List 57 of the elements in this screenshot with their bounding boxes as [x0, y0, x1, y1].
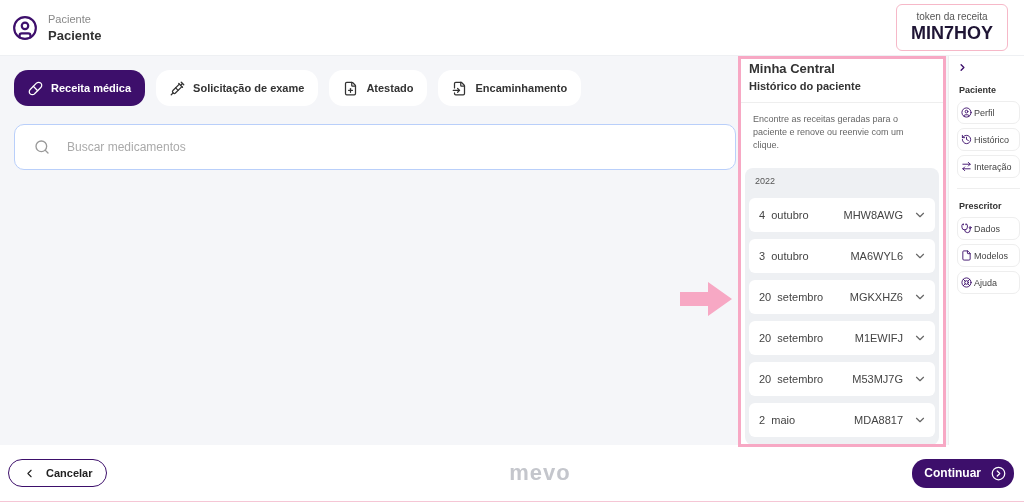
- swap-icon: [961, 161, 972, 172]
- entry-token: MGKXHZ6: [849, 291, 903, 304]
- section-title: Prescritor: [958, 200, 1003, 213]
- user-icon: [961, 107, 972, 118]
- history-entry[interactable]: 3 outubro MA6WYL6: [749, 239, 935, 274]
- panel-subtitle: Histórico do paciente: [741, 76, 943, 103]
- logo: mevo: [509, 460, 571, 486]
- entry-date: 20 setembro: [759, 332, 825, 345]
- panel-title: Minha Central: [748, 60, 836, 76]
- section-title: Paciente: [958, 84, 998, 97]
- syringe-icon: [170, 80, 186, 96]
- continue-button[interactable]: Continuar: [912, 458, 1014, 488]
- lifebuoy-icon: [961, 277, 972, 288]
- sidebar-button[interactable]: Perfil: [957, 101, 1020, 124]
- tab[interactable]: Receita médica: [14, 70, 146, 106]
- token-label: token da receita: [916, 11, 988, 22]
- sidebar-button[interactable]: Ajuda: [957, 271, 1020, 294]
- user-icon: [12, 14, 38, 41]
- entry-date: 20 setembro: [759, 291, 825, 304]
- stethoscope-icon: [961, 223, 972, 234]
- chevron-right-icon: [991, 465, 1006, 481]
- file-arrow-icon: [452, 80, 468, 96]
- entry-token: M1EWIFJ: [854, 332, 903, 345]
- entry-date: 20 setembro: [759, 373, 825, 386]
- token-value: MIN7HOY: [911, 23, 993, 44]
- entry-token: M53MJ7G: [852, 373, 903, 386]
- entry-date: 4 outubro: [759, 209, 810, 222]
- tab[interactable]: Encaminhamento: [438, 70, 582, 106]
- sidebar-button[interactable]: Modelos: [957, 244, 1020, 267]
- search-icon: [34, 139, 50, 155]
- cancel-button[interactable]: Cancelar: [8, 459, 108, 487]
- history-entry[interactable]: 20 setembro M53MJ7G: [749, 362, 935, 397]
- history-entry[interactable]: 20 setembro M1EWIFJ: [749, 321, 935, 356]
- arrow-icon: [680, 282, 732, 316]
- tab[interactable]: Solicitação de exame: [156, 70, 319, 106]
- tab[interactable]: Atestado: [329, 70, 428, 106]
- entry-token: MA6WYL6: [850, 250, 903, 263]
- year-label: 2022: [754, 176, 777, 189]
- history-entry[interactable]: 4 outubro MHW8AWG: [749, 198, 935, 233]
- file-icon: [961, 250, 972, 261]
- sidebar-button[interactable]: Interação: [957, 155, 1020, 178]
- sidebar-button[interactable]: Dados: [957, 217, 1020, 240]
- patient-name: Paciente: [48, 27, 103, 43]
- pill-icon: [28, 80, 43, 96]
- patient-label: Paciente: [48, 12, 92, 25]
- history-icon: [961, 134, 972, 145]
- entry-token: MDA8817: [854, 414, 903, 427]
- panel-description: Encontre as receitas geradas para o paciente e renove ou reenvie com um clique.: [752, 113, 905, 153]
- search-field[interactable]: Buscar medicamentos: [14, 124, 736, 170]
- entry-date: 2 maio: [759, 414, 797, 427]
- chevron-right-icon[interactable]: [957, 62, 968, 73]
- history-entry[interactable]: 2 maio MDA8817: [749, 403, 935, 438]
- entry-token: MHW8AWG: [843, 209, 903, 222]
- entry-date: 3 outubro: [759, 250, 810, 263]
- history-entry[interactable]: 20 setembro MGKXHZ6: [749, 280, 935, 315]
- sidebar-button[interactable]: Histórico: [957, 128, 1020, 151]
- file-plus-icon: [343, 80, 359, 96]
